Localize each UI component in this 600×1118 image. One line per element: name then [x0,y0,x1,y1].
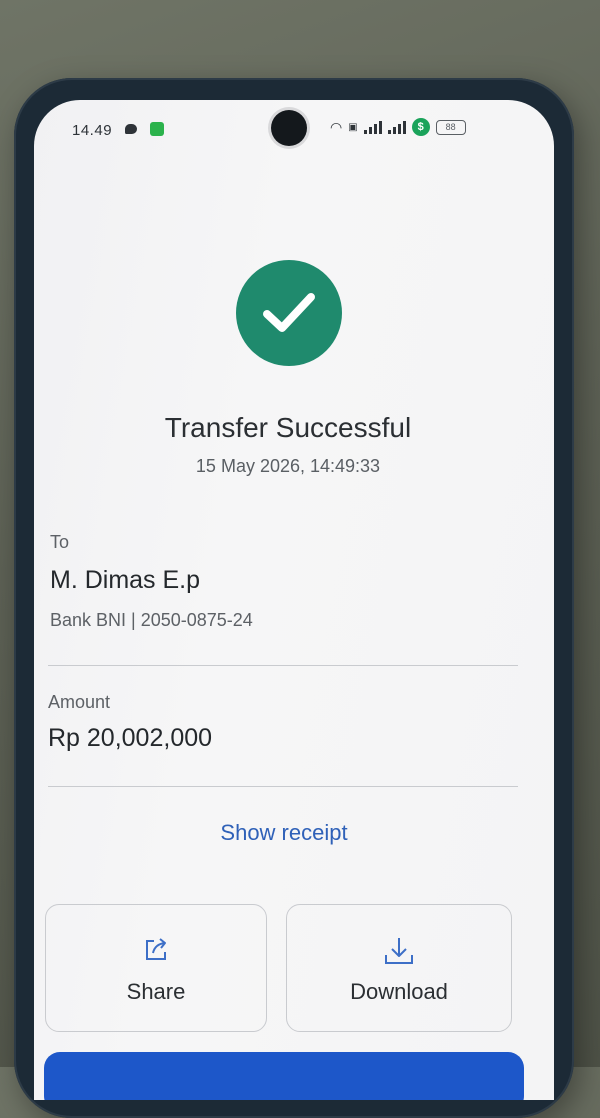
volte-icon: ▣ [348,121,358,133]
show-receipt-link[interactable]: Show receipt [34,820,534,846]
wifi-icon: ◠ [330,118,343,135]
amount-value: Rp 20,002,000 [48,724,213,752]
page-title: Transfer Successful [164,412,412,443]
front-camera [271,110,307,146]
battery-icon: 88 [435,119,466,135]
signal-icon [363,120,382,134]
download-icon [287,935,511,972]
download-label: Download [350,979,448,1004]
recipient-bank-account: Bank BNI | 2050-0875-24 [50,610,253,630]
status-time: 14.49 [72,122,113,139]
security-shield-icon: $ [411,118,430,136]
share-label: Share [126,979,186,1004]
divider [48,786,518,787]
signal-icon-2 [387,120,406,134]
app-screen: 14.49 ◠ ▣ $ 88 Transfer Successful 15 Ma… [34,100,554,1100]
app-notification-icon [150,122,164,136]
share-button[interactable]: Share [45,904,267,1032]
primary-action-button[interactable] [44,1052,524,1100]
success-check-icon [236,260,342,366]
divider [48,665,518,666]
recipient-label: To [50,532,70,552]
download-button[interactable]: Download [286,904,512,1032]
status-icons: ◠ ▣ $ 88 [330,118,466,136]
message-icon [125,124,137,134]
share-icon [46,935,266,970]
amount-label: Amount [48,692,111,712]
transfer-timestamp: 15 May 2026, 14:49:33 [195,456,381,476]
recipient-name: M. Dimas E.p [50,566,201,594]
